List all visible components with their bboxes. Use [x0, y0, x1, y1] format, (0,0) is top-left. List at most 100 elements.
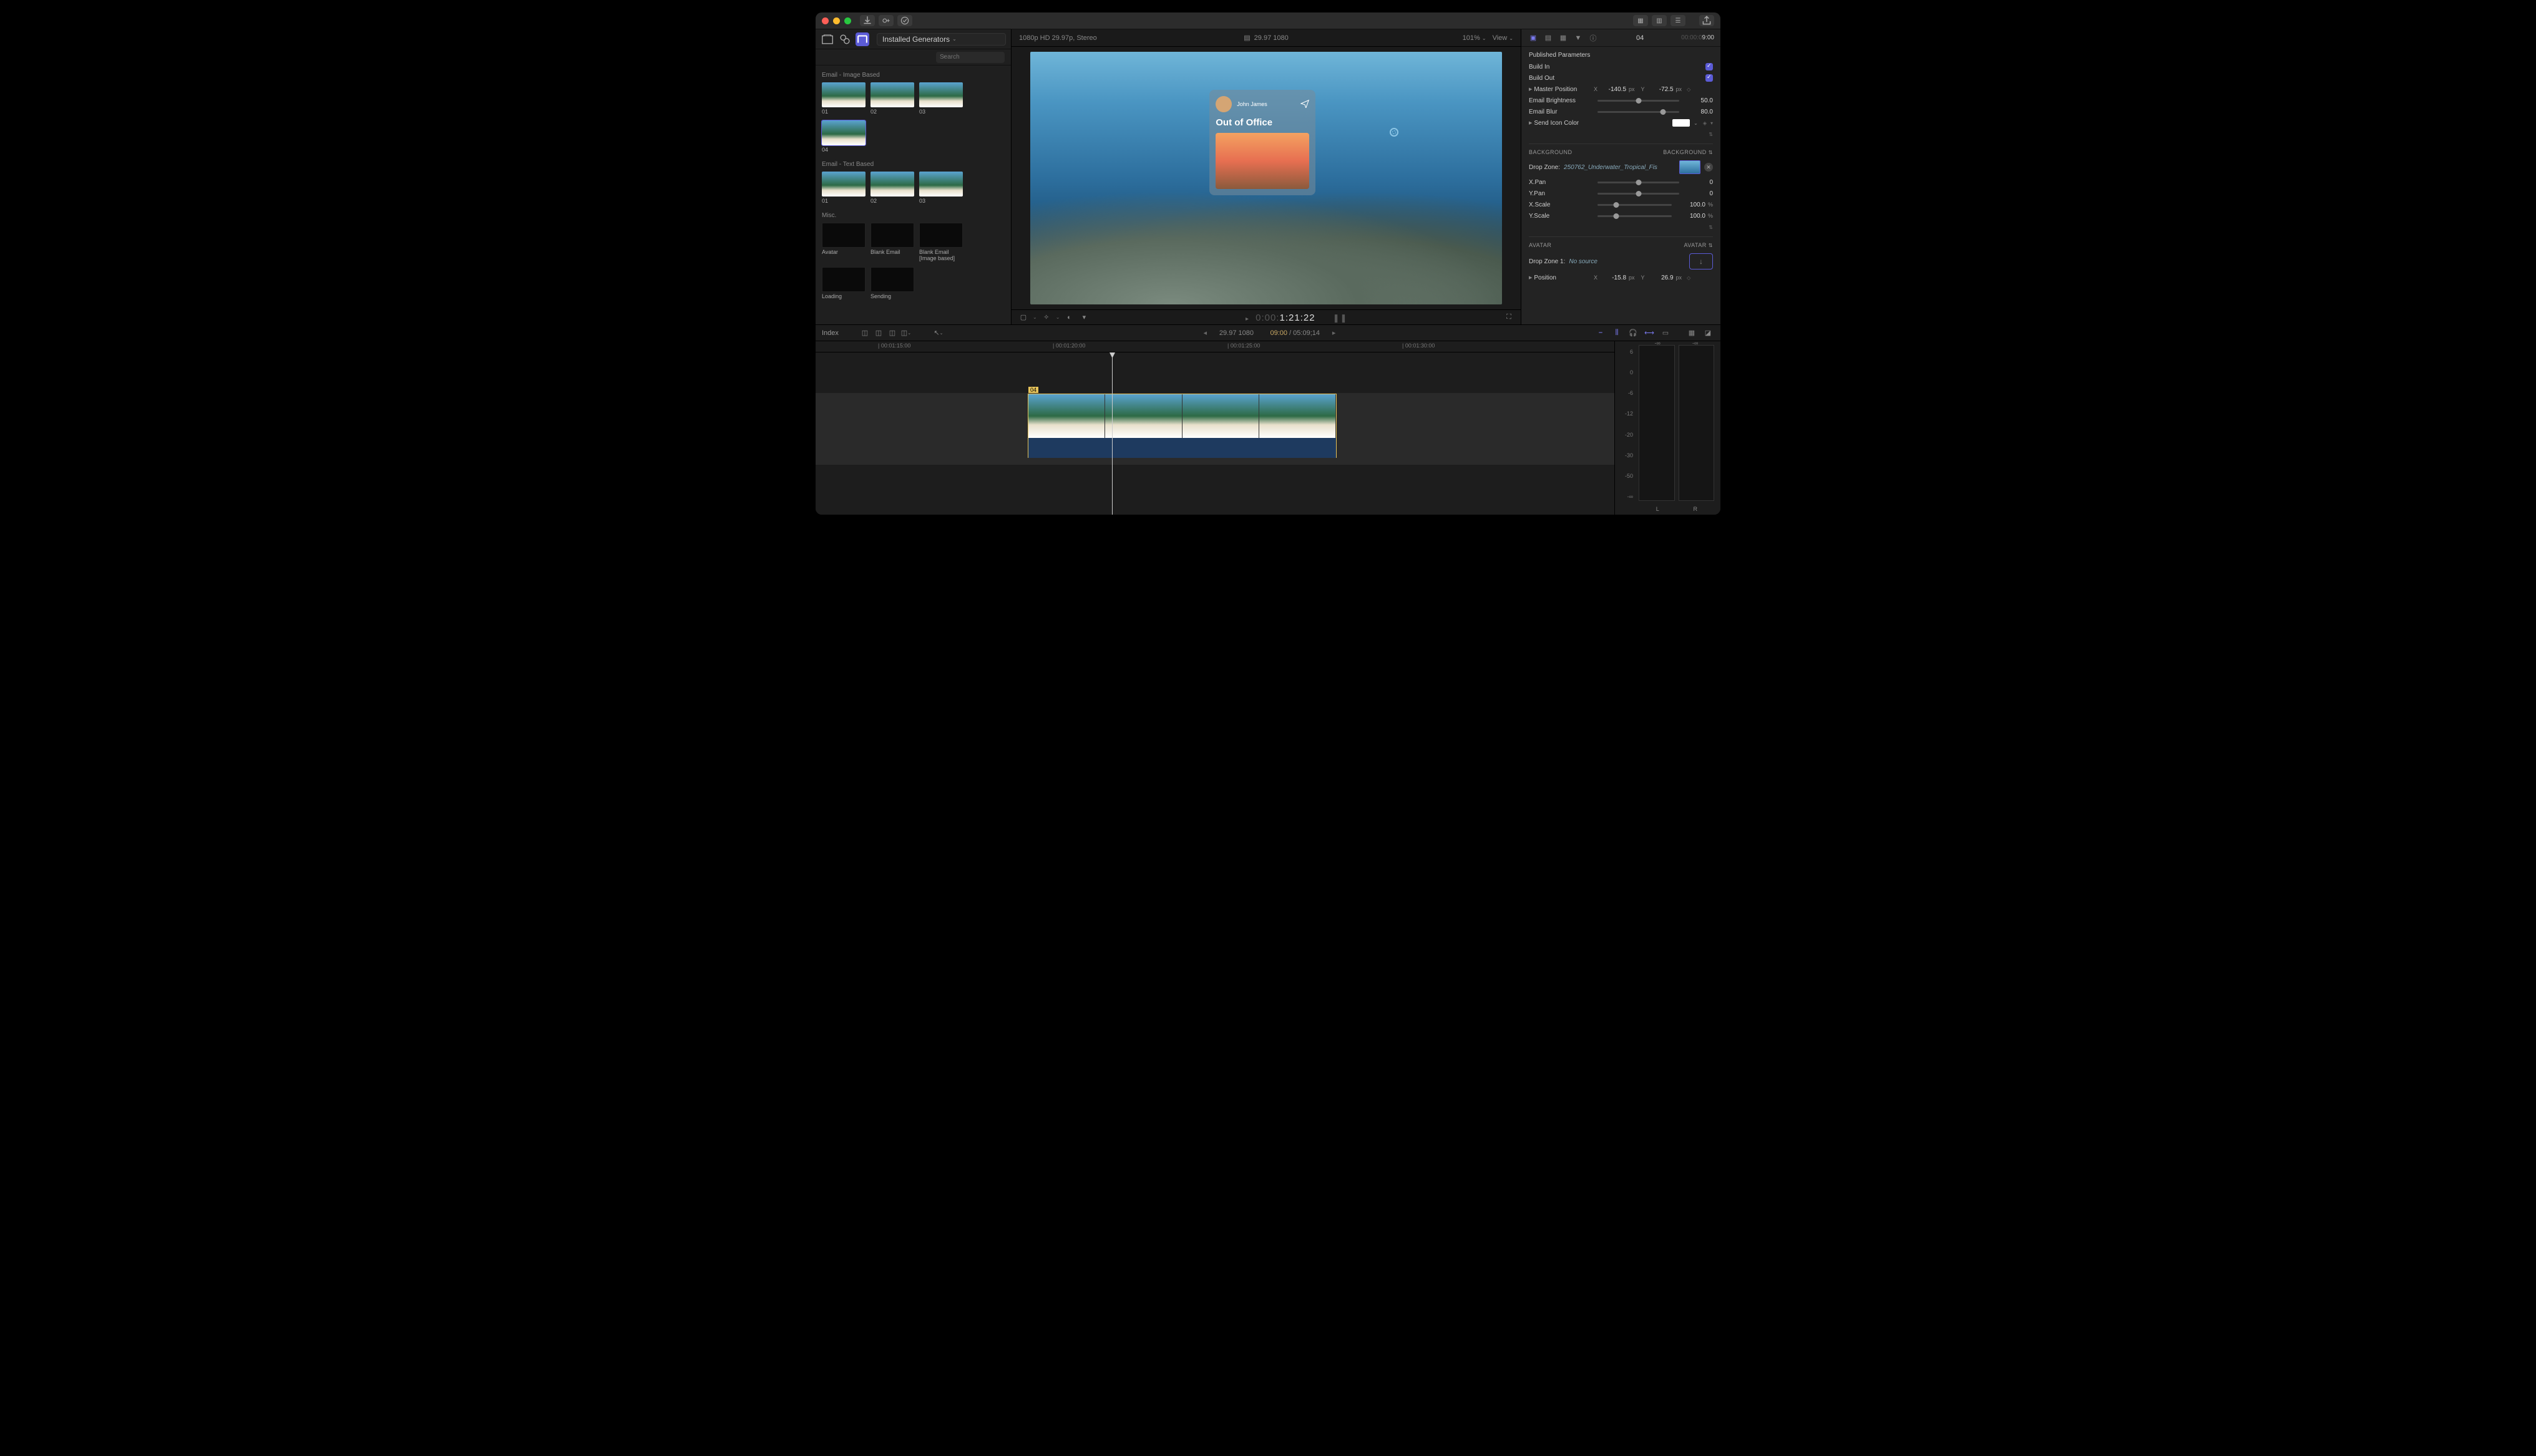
- clip-label: 04: [1028, 387, 1038, 393]
- section-popup[interactable]: AVATAR ⇅: [1684, 242, 1713, 248]
- zoom-dropdown[interactable]: 101% ⌄: [1463, 34, 1486, 42]
- titlebar: ▦ ▥ ☰: [816, 12, 1720, 29]
- stepper-icon[interactable]: ⇅: [1709, 225, 1713, 230]
- audio-skim-icon[interactable]: ⫼: [1611, 328, 1623, 339]
- text-inspector-tab[interactable]: ▤: [1543, 33, 1554, 43]
- solo-icon[interactable]: 🎧: [1627, 328, 1639, 339]
- index-button[interactable]: Index: [822, 329, 839, 337]
- close-button[interactable]: [822, 17, 829, 24]
- layout-sliders[interactable]: ☰: [1670, 15, 1685, 26]
- build-out-checkbox[interactable]: [1705, 74, 1713, 82]
- generator-item[interactable]: 04: [822, 120, 866, 153]
- arrow-tool[interactable]: ↖⌄: [932, 328, 945, 339]
- brightness-value[interactable]: 50.0: [1685, 97, 1713, 104]
- browser-panel: Installed Generators ⌄ ⌕ Email - Image B…: [816, 29, 1012, 324]
- blur-slider[interactable]: [1597, 111, 1679, 113]
- ypan-slider[interactable]: [1597, 193, 1679, 195]
- minimize-button[interactable]: [833, 17, 840, 24]
- zoom-button[interactable]: [844, 17, 851, 24]
- blur-value[interactable]: 80.0: [1685, 109, 1713, 115]
- section-popup[interactable]: BACKGROUND ⇅: [1663, 149, 1713, 155]
- video-inspector-tab[interactable]: ▦: [1558, 33, 1569, 43]
- avatar-icon: [1216, 96, 1232, 112]
- effects-browser-icon[interactable]: ◪: [1702, 328, 1714, 339]
- disclosure-icon[interactable]: ▶: [1529, 120, 1532, 125]
- clip-duration: 00:00:09:00: [1681, 34, 1714, 41]
- info-inspector-tab[interactable]: ⓘ: [1587, 33, 1599, 43]
- media-tab[interactable]: [838, 32, 852, 46]
- generator-item[interactable]: 02: [871, 82, 914, 115]
- library-tab[interactable]: [821, 32, 834, 46]
- keyframe-icon[interactable]: ◈: [1703, 120, 1707, 126]
- browser-body[interactable]: Email - Image Based 01 02 03 04 Email - …: [816, 66, 1011, 324]
- timecode-display[interactable]: ▸ 0:00:1:21:22 ❚❚: [1093, 312, 1500, 323]
- generator-item[interactable]: 02: [871, 172, 914, 205]
- generator-item[interactable]: 03: [919, 172, 963, 205]
- library-dropdown[interactable]: Installed Generators ⌄: [877, 33, 1006, 46]
- lane-icon[interactable]: ▭: [1659, 328, 1672, 339]
- generator-item[interactable]: Loading: [822, 267, 866, 300]
- skimming-icon[interactable]: ⎯: [1594, 328, 1607, 339]
- generator-inspector-tab[interactable]: ▣: [1528, 33, 1539, 43]
- x-value[interactable]: -15.8: [1600, 274, 1626, 281]
- clip-appearance-icon[interactable]: ▦: [1685, 328, 1698, 339]
- titles-tab[interactable]: [856, 32, 869, 46]
- category-title: Email - Text Based: [822, 158, 1011, 172]
- view-dropdown[interactable]: View ⌄: [1493, 34, 1513, 42]
- onscreen-control[interactable]: [1390, 128, 1398, 137]
- dropzone-well[interactable]: ↓: [1689, 253, 1713, 269]
- transform-tool[interactable]: ▢: [1018, 313, 1029, 323]
- stepper-icon[interactable]: ⇅: [1709, 132, 1713, 137]
- xpan-slider[interactable]: [1597, 182, 1679, 183]
- film-icon: ▤: [1244, 34, 1250, 42]
- timeline-clip[interactable]: 04: [1028, 394, 1337, 458]
- playhead[interactable]: [1112, 352, 1113, 515]
- viewer-canvas[interactable]: John James Out of Office: [1012, 47, 1521, 309]
- timeline-info: ◂ 29.97 1080 09:00 / 05:09;14 ▸: [951, 329, 1588, 337]
- xscale-slider[interactable]: [1597, 204, 1672, 206]
- send-icon: [1300, 99, 1309, 110]
- color-swatch[interactable]: [1672, 119, 1690, 127]
- timeline[interactable]: | 00:01:15:00 | 00:01:20:00 | 00:01:25:0…: [816, 341, 1614, 515]
- generator-item[interactable]: 03: [919, 82, 963, 115]
- email-overlay[interactable]: John James Out of Office: [1209, 90, 1315, 195]
- append-clip-icon[interactable]: ◫: [886, 328, 899, 339]
- share-button[interactable]: [1699, 15, 1714, 26]
- generator-item[interactable]: Blank Email [Image based]: [919, 223, 963, 262]
- generator-item[interactable]: 01: [822, 172, 866, 205]
- keyframe-icon[interactable]: ◇: [1687, 275, 1690, 281]
- generator-item[interactable]: Sending: [871, 267, 914, 300]
- retime-tool[interactable]: ▾: [1078, 313, 1090, 323]
- keyword-button[interactable]: [879, 15, 894, 26]
- dropzone-clear[interactable]: ✕: [1704, 163, 1713, 172]
- build-in-checkbox[interactable]: [1705, 63, 1713, 70]
- yscale-slider[interactable]: [1597, 215, 1672, 217]
- clip-name: 04: [1602, 34, 1677, 42]
- snap-icon[interactable]: ⟷: [1643, 328, 1656, 339]
- layout-grid-2[interactable]: ▥: [1652, 15, 1667, 26]
- generator-item[interactable]: 01: [822, 82, 866, 115]
- disclosure-icon[interactable]: ▶: [1529, 87, 1532, 92]
- disclosure-icon[interactable]: ▶: [1529, 275, 1532, 280]
- brightness-slider[interactable]: [1597, 100, 1679, 102]
- keyframe-icon[interactable]: ◇: [1687, 87, 1690, 92]
- overwrite-clip-icon[interactable]: ◫⌄: [900, 328, 912, 339]
- x-value[interactable]: -140.5: [1600, 86, 1626, 93]
- timeline-ruler[interactable]: | 00:01:15:00 | 00:01:20:00 | 00:01:25:0…: [816, 341, 1614, 352]
- enhance-tool[interactable]: ◐: [1063, 313, 1075, 323]
- y-value[interactable]: 26.9: [1647, 274, 1674, 281]
- color-inspector-tab[interactable]: ▼: [1573, 33, 1584, 43]
- import-button[interactable]: [860, 15, 875, 26]
- crop-tool[interactable]: ✧: [1041, 313, 1052, 323]
- fullscreen-button[interactable]: ⛶: [1503, 313, 1514, 323]
- dropzone-thumb[interactable]: [1679, 160, 1700, 174]
- generator-item[interactable]: Avatar: [822, 223, 866, 262]
- insert-clip-icon[interactable]: ◫: [872, 328, 885, 339]
- generator-item[interactable]: Blank Email: [871, 223, 914, 262]
- y-value[interactable]: -72.5: [1647, 86, 1674, 93]
- bg-tasks-button[interactable]: [897, 15, 912, 26]
- connect-clip-icon[interactable]: ◫: [859, 328, 871, 339]
- layout-grid-1[interactable]: ▦: [1633, 15, 1648, 26]
- search-input[interactable]: [936, 52, 1005, 63]
- param-label: Email Blur: [1529, 109, 1591, 115]
